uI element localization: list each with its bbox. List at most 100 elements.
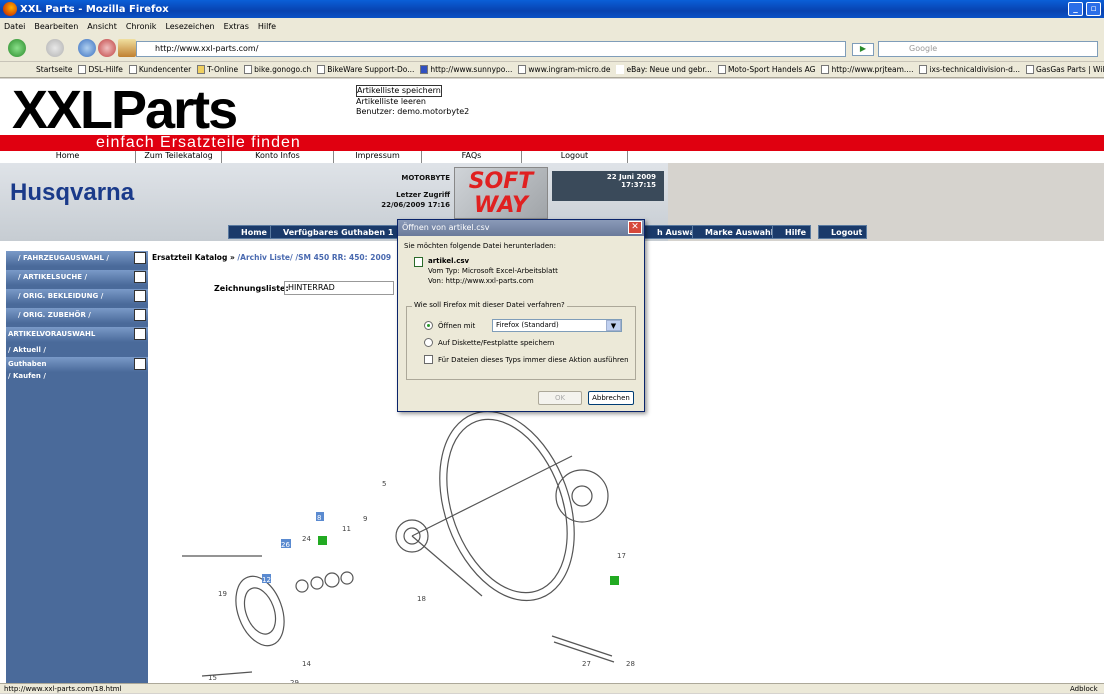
always-label[interactable]: Für Dateien dieses Typs immer diese Akti…	[438, 356, 629, 364]
page-icon	[821, 65, 830, 74]
cancel-button[interactable]: Abbrechen	[588, 391, 634, 405]
drawing-select[interactable]: HINTERRAD	[284, 281, 394, 295]
part-label: 26	[281, 541, 290, 549]
open-with-select[interactable]: Firefox (Standard)	[492, 319, 622, 332]
menu-chronik[interactable]: Chronik	[126, 22, 157, 31]
bookmark-item[interactable]: DSL-Hilfe	[78, 65, 123, 74]
breadcrumb-prefix: Ersatzteil Katalog »	[152, 253, 235, 262]
action-group-label: Wie soll Firefox mit dieser Datei verfah…	[412, 301, 567, 309]
logout-button[interactable]: Logout	[818, 225, 868, 239]
bookmark-item[interactable]: eBay: Neue und gebr...	[616, 65, 712, 74]
bookmark-item[interactable]: http://www.prjteam....	[821, 65, 913, 74]
date-box: 22 Juni 2009 17:37:15	[552, 171, 664, 201]
menu-extras[interactable]: Extras	[224, 22, 249, 31]
sidebar-link-kaufen[interactable]: / Kaufen /	[6, 372, 148, 381]
page-icon	[518, 65, 527, 74]
chevron-down-icon[interactable]: ▼	[606, 320, 621, 331]
navigation-toolbar: http://www.xxl-parts.com/ ▶ Google	[0, 34, 1104, 62]
firefox-icon	[3, 2, 17, 16]
bookmark-item[interactable]: bike.gonogo.ch	[244, 65, 311, 74]
minimize-icon[interactable]: _	[1068, 2, 1083, 16]
bookmark-item[interactable]: T-Online	[197, 65, 238, 74]
ebay-icon	[616, 65, 625, 74]
sidebar-item-zubehoer[interactable]: / ORIG. ZUBEHÖR /	[6, 308, 148, 323]
bookmark-item[interactable]: www.ingram-micro.de	[518, 65, 610, 74]
softway-logo: SOFT WAY	[454, 167, 548, 219]
part-label: 12	[262, 576, 271, 584]
page-icon	[78, 65, 87, 74]
top-navigation: Home Zum Teilekatalog Konto Infos Impres…	[0, 151, 1104, 163]
part-number-labels: 5 8 9 11 12 14 15 17 18 19 24 26 27 28 2…	[208, 480, 635, 683]
last-access-label: Letzer Zugriff	[396, 191, 450, 199]
article-links: Artikelliste speichern Artikelliste leer…	[356, 85, 469, 117]
credit-button[interactable]: Verfügbares Guthaben 1	[270, 225, 399, 239]
stop-icon[interactable]	[98, 39, 116, 57]
sidebar: / FAHRZEUGAUSWAHL / / ARTIKELSUCHE / / O…	[6, 251, 148, 683]
menu-datei[interactable]: Datei	[4, 22, 25, 31]
nav-home[interactable]: Home	[0, 151, 136, 163]
brand-selection-button[interactable]: Marke Auswahl	[692, 225, 779, 239]
user-info: MOTORBYTE Letzer Zugriff 22/06/2009 17:1…	[370, 173, 450, 210]
dialog-title: Öffnen von artikel.csv	[398, 220, 644, 236]
sidebar-item-artikelsuche[interactable]: / ARTIKELSUCHE /	[6, 270, 148, 285]
nav-teilekatalog[interactable]: Zum Teilekatalog	[136, 151, 222, 163]
clothing-icon	[134, 290, 146, 302]
part-label: 11	[342, 525, 351, 533]
bookmark-item[interactable]: BikeWare Support-Do...	[317, 65, 414, 74]
save-to-disk-label[interactable]: Auf Diskette/Festplatte speichern	[438, 339, 554, 347]
coin-icon	[134, 358, 146, 370]
part-label: 5	[382, 480, 386, 488]
sidebar-item-guthaben: Guthaben	[6, 357, 148, 372]
sidebar-item-bekleidung[interactable]: / ORIG. BEKLEIDUNG /	[6, 289, 148, 304]
bookmark-item[interactable]: Startseite	[36, 65, 72, 74]
part-label: 24	[302, 535, 311, 543]
maximize-icon[interactable]: ▫	[1086, 2, 1101, 16]
nav-logout[interactable]: Logout	[522, 151, 628, 163]
open-with-radio[interactable]	[424, 321, 433, 330]
date-value: 22 Juni 2009	[606, 173, 656, 181]
part-label: 8	[317, 514, 321, 522]
page-icon	[244, 65, 253, 74]
breadcrumb-path[interactable]: /Archiv Liste/ /SM 450 RR: 450: 2009	[237, 253, 391, 262]
bookmark-item[interactable]: ixs-technicaldivision-d...	[919, 65, 1020, 74]
sidebar-link-aktuell[interactable]: / Aktuell /	[6, 346, 148, 355]
home-button[interactable]: Home	[228, 225, 272, 239]
user-name: MOTORBYTE	[401, 174, 450, 182]
bookmark-item[interactable]: Moto-Sport Handels AG	[717, 65, 815, 74]
home-icon[interactable]	[118, 39, 136, 57]
nav-impressum[interactable]: Impressum	[334, 151, 422, 163]
help-button[interactable]: Hilfe	[772, 225, 812, 239]
close-icon[interactable]: ✕	[628, 221, 642, 234]
back-icon[interactable]	[8, 39, 26, 57]
menu-bearbeiten[interactable]: Bearbeiten	[34, 22, 78, 31]
clear-list-link[interactable]: Artikelliste leeren	[356, 97, 469, 107]
open-with-label[interactable]: Öffnen mit	[438, 322, 475, 330]
file-type: Vom Typ: Microsoft Excel-Arbeitsblatt	[428, 267, 558, 275]
window-title: XXL Parts - Mozilla Firefox	[20, 3, 169, 15]
page-icon	[128, 65, 137, 74]
sidebar-item-fahrzeugauswahl[interactable]: / FAHRZEUGAUSWAHL /	[6, 251, 148, 266]
forward-icon[interactable]	[46, 39, 64, 57]
url-input[interactable]: http://www.xxl-parts.com/	[136, 41, 846, 57]
bookmark-item[interactable]: http://www.sunnypo...	[420, 65, 512, 74]
bookmark-item[interactable]: GasGas Parts | Wilko...	[1026, 65, 1104, 74]
nav-konto[interactable]: Konto Infos	[222, 151, 334, 163]
save-list-link[interactable]: Artikelliste speichern	[356, 85, 442, 97]
save-to-disk-radio[interactable]	[424, 338, 433, 347]
reload-icon[interactable]	[78, 39, 96, 57]
bookmark-item[interactable]: Kundencenter	[128, 65, 191, 74]
ok-button[interactable]: OK	[538, 391, 582, 405]
search-input[interactable]: Google	[878, 41, 1098, 57]
menu-bar: Datei Bearbeiten Ansicht Chronik Lesezei…	[0, 18, 1104, 34]
menu-hilfe[interactable]: Hilfe	[258, 22, 276, 31]
list-icon	[134, 328, 146, 340]
page-icon	[919, 65, 928, 74]
menu-lesezeichen[interactable]: Lesezeichen	[165, 22, 214, 31]
nav-faqs[interactable]: FAQs	[422, 151, 522, 163]
sidebar-item-artikelvorauswahl: ARTIKELVORAUSWAHL	[6, 327, 148, 342]
menu-ansicht[interactable]: Ansicht	[87, 22, 117, 31]
always-checkbox[interactable]	[424, 355, 433, 364]
site-logo[interactable]: XXLParts	[12, 79, 238, 141]
folder-icon	[197, 65, 206, 74]
go-icon[interactable]: ▶	[852, 43, 874, 56]
